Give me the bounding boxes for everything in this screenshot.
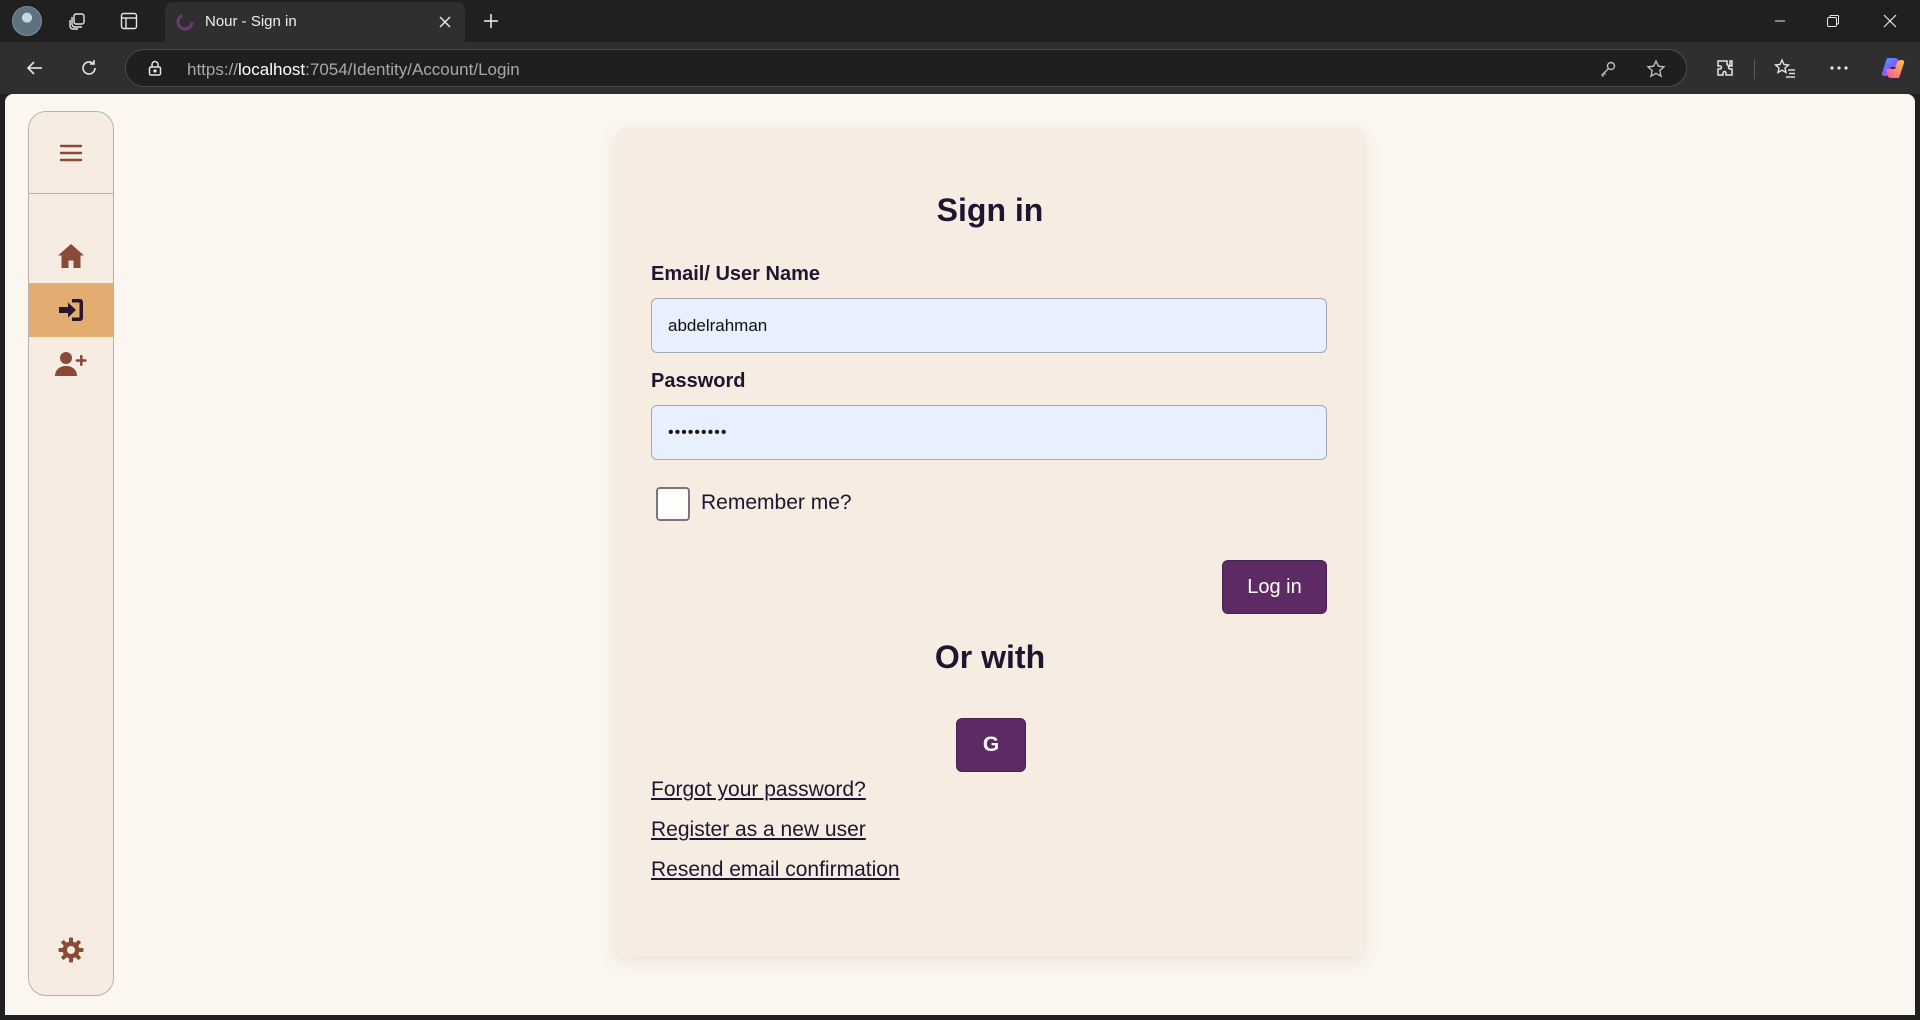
username-field[interactable]: [651, 298, 1327, 353]
username-label: Email/ User Name: [651, 263, 820, 285]
more-icon[interactable]: [1823, 52, 1855, 84]
tab-actions-icon[interactable]: [114, 6, 144, 36]
toolbar-divider: [1754, 59, 1755, 79]
sidebar-item-register[interactable]: [29, 337, 113, 391]
extensions-icon[interactable]: [1709, 52, 1741, 84]
new-tab-icon[interactable]: [476, 6, 506, 36]
tab-favicon-icon: [175, 12, 195, 32]
sidebar-item-settings[interactable]: [29, 932, 113, 968]
or-with-heading: Or with: [934, 639, 1046, 675]
password-label: Password: [651, 370, 746, 392]
star-icon[interactable]: [1645, 58, 1667, 80]
minimize-icon[interactable]: [1752, 0, 1808, 42]
sidebar: [28, 111, 114, 996]
workspaces-icon[interactable]: [62, 6, 92, 36]
active-tab[interactable]: Nour - Sign in: [165, 2, 465, 42]
sidebar-item-login[interactable]: [29, 283, 113, 337]
google-icon: G: [982, 733, 1000, 756]
close-window-icon[interactable]: [1862, 0, 1918, 42]
url-host: localhost: [238, 60, 306, 79]
lock-icon[interactable]: [146, 59, 164, 77]
key-icon[interactable]: [1597, 58, 1619, 80]
favorites-icon[interactable]: [1769, 52, 1801, 84]
google-login-button[interactable]: G: [956, 718, 1026, 772]
forgot-password-link[interactable]: Forgot your password?: [651, 778, 866, 802]
profile-avatar[interactable]: [12, 6, 42, 36]
login-card: Sign in Email/ User Name Password Rememb…: [615, 127, 1365, 957]
back-icon[interactable]: [19, 52, 51, 84]
remember-me-label[interactable]: Remember me?: [701, 491, 852, 515]
sign-in-icon: [59, 299, 83, 321]
password-field[interactable]: [651, 405, 1327, 460]
page-title: Sign in: [936, 192, 1044, 228]
url-path: :7054/Identity/Account/Login: [305, 60, 520, 79]
url-scheme: https://: [187, 60, 239, 79]
copilot-icon[interactable]: [1877, 52, 1909, 84]
gear-icon: [58, 937, 84, 963]
hamburger-icon[interactable]: [29, 112, 113, 194]
close-tab-icon[interactable]: [435, 12, 455, 32]
restore-icon[interactable]: [1805, 0, 1861, 42]
refresh-icon[interactable]: [73, 52, 105, 84]
browser-toolbar: https://localhost:7054/Identity/Account/…: [0, 42, 1920, 94]
user-plus-icon: [55, 352, 87, 376]
tab-title: Nour - Sign in: [205, 13, 297, 30]
address-bar[interactable]: https://localhost:7054/Identity/Account/…: [125, 49, 1687, 87]
login-button[interactable]: Log in: [1222, 560, 1327, 614]
remember-me-checkbox[interactable]: [656, 487, 690, 521]
resend-confirmation-link[interactable]: Resend email confirmation: [651, 858, 900, 882]
sidebar-item-home[interactable]: [29, 229, 113, 283]
home-icon: [58, 244, 84, 268]
url-text[interactable]: https://localhost:7054/Identity/Account/…: [187, 60, 520, 80]
browser-tab-bar: Nour - Sign in: [0, 0, 1920, 42]
page-viewport: Sign in Email/ User Name Password Rememb…: [5, 94, 1915, 1015]
register-link[interactable]: Register as a new user: [651, 818, 866, 842]
